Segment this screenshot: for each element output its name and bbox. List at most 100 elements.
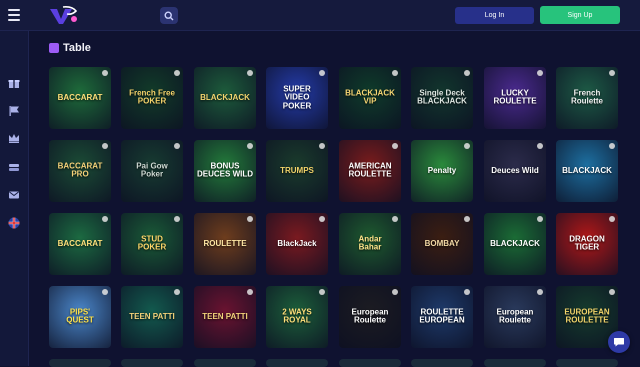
game-tile[interactable]: Penalty bbox=[411, 140, 473, 202]
game-title: European Roulette bbox=[351, 307, 389, 325]
section-title: Table bbox=[63, 42, 91, 54]
game-title: Deuces Wild bbox=[491, 165, 539, 175]
game-tile[interactable]: BLACKJACK VIP bbox=[339, 67, 401, 129]
game-tile[interactable]: BlackJack bbox=[266, 213, 328, 275]
game-title: ROULETTE bbox=[203, 238, 247, 248]
game-title: BLACKJACK VIP bbox=[345, 88, 395, 106]
game-title: BLACKJACK bbox=[200, 92, 250, 102]
provider-badge bbox=[392, 143, 398, 149]
game-title: BONUS DEUCES WILD bbox=[197, 161, 253, 179]
gift-icon bbox=[8, 80, 20, 88]
game-title: BACCARAT bbox=[57, 92, 103, 102]
provider-badge bbox=[537, 143, 543, 149]
game-title: Penalty bbox=[427, 165, 457, 175]
game-tile[interactable]: French Free POKER bbox=[121, 67, 183, 129]
provider-badge bbox=[537, 70, 543, 76]
provider-badge bbox=[319, 143, 325, 149]
game-tile[interactable]: TRUMPS bbox=[266, 140, 328, 202]
game-tile[interactable]: 2 WAYS ROYAL bbox=[266, 286, 328, 348]
game-tile[interactable]: Pai Gow Poker bbox=[121, 140, 183, 202]
game-title: TEEN PATTI bbox=[202, 311, 248, 321]
game-tile[interactable]: French Roulette bbox=[556, 67, 618, 129]
table-games-icon bbox=[49, 43, 59, 53]
provider-badge bbox=[102, 289, 108, 295]
provider-badge bbox=[102, 70, 108, 76]
sidebar-item-flag[interactable] bbox=[7, 104, 21, 118]
provider-badge bbox=[102, 143, 108, 149]
provider-badge bbox=[609, 289, 615, 295]
sidebar-item-gift[interactable] bbox=[7, 76, 21, 90]
game-title: Andar Bahar bbox=[358, 234, 382, 252]
layers-icon bbox=[9, 164, 19, 171]
game-title: French Free POKER bbox=[129, 88, 175, 106]
sidebar bbox=[0, 31, 29, 366]
top-bar: Log In Sign Up bbox=[0, 0, 640, 31]
game-title: AMERICAN ROULETTE bbox=[348, 161, 392, 179]
game-title: DRAGON TIGER bbox=[569, 234, 605, 252]
provider-badge bbox=[609, 70, 615, 76]
game-tile[interactable]: LUCKY ROULETTE bbox=[484, 67, 546, 129]
game-tile[interactable]: TEEN PATTI bbox=[121, 286, 183, 348]
crown-icon bbox=[9, 134, 19, 143]
game-title: TEEN PATTI bbox=[129, 311, 175, 321]
game-tile[interactable]: AMERICAN ROULETTE bbox=[339, 140, 401, 202]
game-title: SUPER VIDEO POKER bbox=[282, 84, 312, 111]
section-header: Table bbox=[49, 41, 91, 55]
provider-badge bbox=[174, 216, 180, 222]
game-title: BlackJack bbox=[277, 238, 317, 248]
provider-badge bbox=[392, 289, 398, 295]
live-chat-button[interactable] bbox=[608, 331, 630, 353]
flag-icon bbox=[9, 106, 19, 116]
game-tile[interactable]: European Roulette bbox=[484, 286, 546, 348]
game-tile[interactable]: TEEN PATTI bbox=[194, 286, 256, 348]
game-tile[interactable]: PIPS' QUEST bbox=[49, 286, 111, 348]
login-button[interactable]: Log In bbox=[455, 7, 534, 24]
game-title: 2 WAYS ROYAL bbox=[282, 307, 312, 325]
game-title: BOMBAY bbox=[424, 238, 460, 248]
game-tile[interactable]: SUPER VIDEO POKER bbox=[266, 67, 328, 129]
game-tile[interactable]: BLACKJACK bbox=[556, 140, 618, 202]
provider-badge bbox=[102, 216, 108, 222]
sidebar-item-layers[interactable] bbox=[7, 161, 21, 175]
game-tile[interactable]: ROULETTE EUROPEAN bbox=[411, 286, 473, 348]
provider-badge bbox=[609, 143, 615, 149]
menu-icon[interactable] bbox=[8, 9, 20, 21]
game-tile[interactable]: BACCARAT bbox=[49, 67, 111, 129]
game-title: TRUMPS bbox=[280, 165, 314, 175]
game-tile[interactable]: Single Deck BLACKJACK bbox=[411, 67, 473, 129]
game-tile[interactable]: BLACKJACK bbox=[484, 213, 546, 275]
provider-badge bbox=[537, 289, 543, 295]
provider-badge bbox=[609, 216, 615, 222]
sidebar-item-crown[interactable] bbox=[7, 131, 21, 145]
game-tile[interactable]: BACCARAT bbox=[49, 213, 111, 275]
game-tile[interactable]: DRAGON TIGER bbox=[556, 213, 618, 275]
game-tile[interactable]: Deuces Wild bbox=[484, 140, 546, 202]
game-tile[interactable]: BLACKJACK bbox=[194, 67, 256, 129]
provider-badge bbox=[464, 70, 470, 76]
uk-flag-icon bbox=[8, 217, 20, 229]
game-tile[interactable]: European Roulette bbox=[339, 286, 401, 348]
provider-badge bbox=[174, 289, 180, 295]
provider-badge bbox=[464, 216, 470, 222]
game-title: ROULETTE EUROPEAN bbox=[419, 307, 465, 325]
game-tile[interactable]: ROULETTE bbox=[194, 213, 256, 275]
game-tile[interactable]: BONUS DEUCES WILD bbox=[194, 140, 256, 202]
casino-logo[interactable] bbox=[48, 5, 78, 25]
game-tile[interactable]: Andar Bahar bbox=[339, 213, 401, 275]
provider-badge bbox=[464, 143, 470, 149]
provider-badge bbox=[319, 216, 325, 222]
game-title: BACCARAT bbox=[57, 238, 103, 248]
provider-badge bbox=[319, 289, 325, 295]
signup-button[interactable]: Sign Up bbox=[540, 6, 620, 24]
game-title: STUD POKER bbox=[137, 234, 167, 252]
game-title: LUCKY ROULETTE bbox=[493, 88, 537, 106]
provider-badge bbox=[174, 70, 180, 76]
game-tile[interactable]: BOMBAY bbox=[411, 213, 473, 275]
sidebar-item-mail[interactable] bbox=[7, 188, 21, 202]
sidebar-item-language[interactable] bbox=[7, 216, 21, 230]
search-button[interactable] bbox=[160, 7, 178, 24]
game-tile[interactable]: STUD POKER bbox=[121, 213, 183, 275]
game-tile[interactable]: BACCARAT PRO bbox=[49, 140, 111, 202]
game-title: BLACKJACK bbox=[562, 165, 612, 175]
provider-badge bbox=[247, 143, 253, 149]
